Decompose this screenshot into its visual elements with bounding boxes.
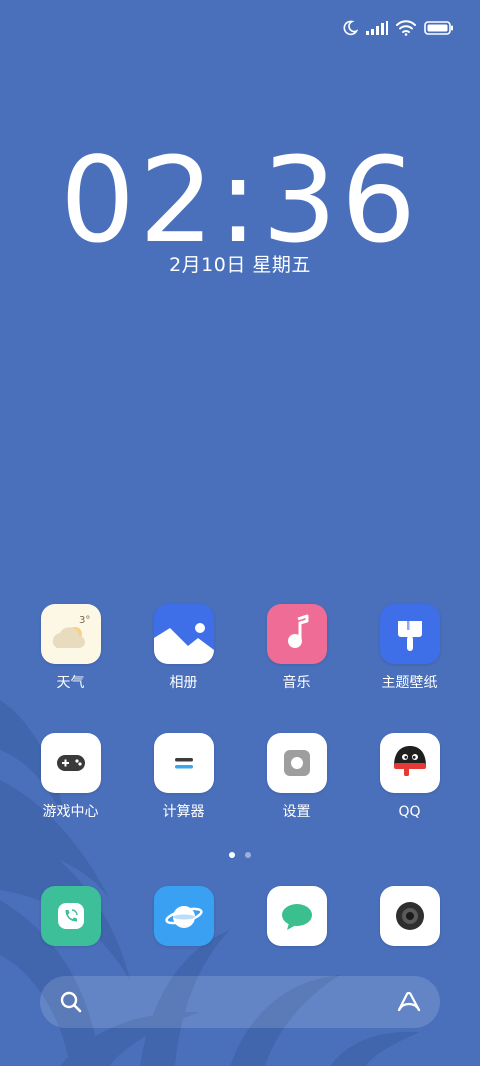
app-row-1: 3° 天气 相册 音乐 主题壁纸: [14, 604, 466, 692]
app-themes[interactable]: 主题壁纸: [353, 604, 466, 692]
app-label: 主题壁纸: [381, 675, 438, 691]
weather-icon: 3°: [40, 604, 101, 664]
search-bar[interactable]: [40, 976, 440, 1028]
calculator-icon: [153, 733, 214, 793]
app-label: QQ: [398, 804, 421, 820]
page-indicator[interactable]: [0, 852, 480, 858]
qq-icon: [379, 733, 440, 793]
app-label: 计算器: [162, 804, 205, 820]
assistant-icon[interactable]: [396, 990, 422, 1019]
app-label: 相册: [169, 675, 198, 691]
search-icon[interactable]: [60, 991, 82, 1018]
app-calculator[interactable]: 计算器: [127, 733, 240, 821]
app-camera[interactable]: [353, 886, 466, 946]
gallery-icon: [153, 604, 214, 664]
app-gallery[interactable]: 相册: [127, 604, 240, 692]
app-browser[interactable]: [127, 886, 240, 946]
app-settings[interactable]: 设置: [240, 733, 353, 821]
wifi-icon: [396, 20, 416, 36]
status-bar: [342, 20, 454, 36]
app-label: 游戏中心: [42, 804, 99, 820]
app-weather[interactable]: 3° 天气: [14, 604, 127, 692]
music-icon: [266, 604, 327, 664]
clock-time[interactable]: 02:36: [0, 138, 480, 262]
battery-icon: [424, 21, 454, 35]
signal-icon: [366, 21, 388, 35]
app-label: 设置: [282, 804, 311, 820]
phone-icon: [40, 886, 101, 946]
app-music[interactable]: 音乐: [240, 604, 353, 692]
page-dot-2[interactable]: [245, 852, 251, 858]
browser-icon: [153, 886, 214, 946]
app-phone[interactable]: [14, 886, 127, 946]
app-label: 音乐: [282, 675, 311, 691]
moon-icon: [342, 20, 358, 36]
app-row-2: 游戏中心 计算器 设置 QQ: [14, 733, 466, 821]
app-messages[interactable]: [240, 886, 353, 946]
app-label: 天气: [56, 675, 85, 691]
page-dot-1[interactable]: [229, 852, 235, 858]
clock-date: 2月10日 星期五: [169, 254, 311, 276]
settings-icon: [266, 733, 327, 793]
app-qq[interactable]: QQ: [353, 733, 466, 821]
messages-icon: [266, 886, 327, 946]
app-game-center[interactable]: 游戏中心: [14, 733, 127, 821]
themes-icon: [379, 604, 440, 664]
gamepad-icon: [40, 733, 101, 793]
camera-icon: [379, 886, 440, 946]
weather-temp: 3°: [79, 615, 90, 626]
dock: [14, 886, 466, 946]
